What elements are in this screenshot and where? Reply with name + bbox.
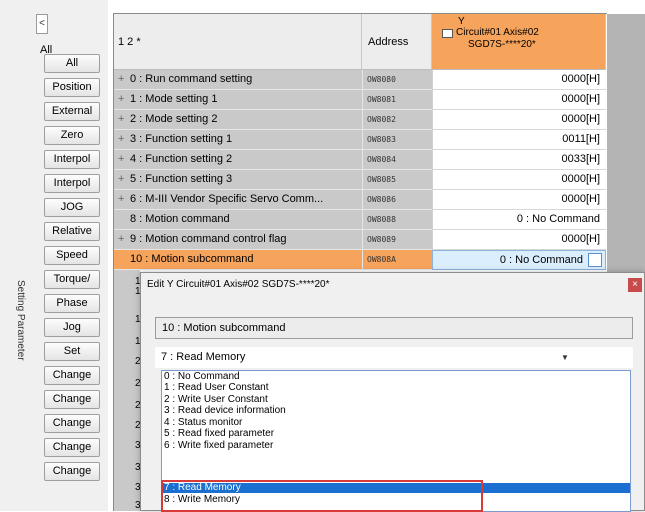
device-icon <box>442 29 453 38</box>
row-address: OW8083 <box>362 130 432 150</box>
filter-relative-button[interactable]: Relative <box>44 222 100 241</box>
row-name: 4 : Function setting 2 <box>130 153 233 165</box>
filter-external-button[interactable]: External <box>44 102 100 121</box>
row-name: 6 : M-III Vendor Specific Servo Comm... <box>130 193 324 205</box>
expand-icon[interactable]: + <box>118 170 130 189</box>
row-address: OW8082 <box>362 110 432 130</box>
filter-change-button-1[interactable]: Change <box>44 366 100 385</box>
row-name: 8 : Motion command <box>130 213 230 225</box>
filter-all-button[interactable]: All <box>44 54 100 73</box>
filter-position-button[interactable]: Position <box>44 78 100 97</box>
row-name: 0 : Run command setting <box>130 73 253 85</box>
expand-icon[interactable]: + <box>118 90 130 109</box>
option-write-user-constant[interactable]: 2 : Write User Constant <box>162 395 630 405</box>
table-row[interactable]: +5 : Function setting 3 OW8085 0000[H] <box>114 170 606 190</box>
expand-icon[interactable]: + <box>118 110 130 129</box>
option-status-monitor[interactable]: 4 : Status monitor <box>162 418 630 428</box>
filter-speed-button[interactable]: Speed <box>44 246 100 265</box>
parameter-name-field: 10 : Motion subcommand <box>155 317 633 339</box>
highlight-box <box>161 480 483 512</box>
axis-column-header[interactable]: Y Circuit#01 Axis#02 SGD7S-****20* <box>432 14 606 70</box>
table-row[interactable]: +4 : Function setting 2 OW8084 0033[H] <box>114 150 606 170</box>
table-row[interactable]: +1 : Mode setting 1 OW8081 0000[H] <box>114 90 606 110</box>
collapse-panel-button[interactable]: < <box>36 14 48 34</box>
option-read-device-information[interactable]: 3 : Read device information <box>162 406 630 416</box>
option-no-command[interactable]: 0 : No Command <box>162 372 630 382</box>
filter-set-button[interactable]: Set <box>44 342 100 361</box>
row-value[interactable]: 0000[H] <box>432 110 606 130</box>
row-value[interactable]: 0000[H] <box>432 230 606 250</box>
table-row[interactable]: +0 : Run command setting OW8080 0000[H] <box>114 70 606 90</box>
row-value[interactable]: 0000[H] <box>432 70 606 90</box>
axis-header-line2: SGD7S-****20* <box>468 39 536 50</box>
row-value[interactable]: 0000[H] <box>432 190 606 210</box>
row-address: OW8081 <box>362 90 432 110</box>
address-header-label: Address <box>368 36 409 48</box>
row-name: 9 : Motion command control flag <box>130 233 287 245</box>
option-read-user-constant[interactable]: 1 : Read User Constant <box>162 383 630 393</box>
row-value[interactable]: 0000[H] <box>432 170 606 190</box>
row-value[interactable]: 0011[H] <box>432 130 606 150</box>
table-row[interactable]: 8 : Motion command OW8088 0 : No Command <box>114 210 606 230</box>
filter-torque-button[interactable]: Torque/ <box>44 270 100 289</box>
value-select[interactable]: 7 : Read Memory ▼ <box>155 347 633 368</box>
panel-vertical-label: Setting Parameter <box>15 279 26 361</box>
level-header[interactable]: 1 2 * <box>114 14 362 70</box>
edit-ellipsis-button[interactable] <box>588 253 602 267</box>
table-row-selected[interactable]: 10 : Motion subcommand OW808A 0 : No Com… <box>114 250 606 270</box>
column-marker: Y <box>458 16 465 27</box>
expand-icon[interactable]: + <box>118 130 130 149</box>
row-name: 5 : Function setting 3 <box>130 173 233 185</box>
row-address: OW8080 <box>362 70 432 90</box>
expand-icon[interactable]: + <box>118 150 130 169</box>
dropdown-arrow-icon[interactable]: ▼ <box>561 347 569 368</box>
row-name: 1 : Mode setting 1 <box>130 93 218 105</box>
row-address: OW8084 <box>362 150 432 170</box>
option-read-fixed-parameter[interactable]: 5 : Read fixed parameter <box>162 429 630 439</box>
table-row[interactable]: +9 : Motion command control flag OW8089 … <box>114 230 606 250</box>
row-value[interactable]: 0033[H] <box>432 150 606 170</box>
dialog-title: Edit Y Circuit#01 Axis#02 SGD7S-****20* <box>147 279 330 290</box>
partial-rows-column <box>114 270 140 511</box>
filter-jog-button[interactable]: JOG <box>44 198 100 217</box>
filter-jog-button-2[interactable]: Jog <box>44 318 100 337</box>
row-address: OW808A <box>362 250 432 270</box>
option-write-fixed-parameter[interactable]: 6 : Write fixed parameter <box>162 441 630 451</box>
row-value[interactable]: 0 : No Command <box>432 210 606 230</box>
address-column-header[interactable]: Address <box>362 14 432 70</box>
filter-change-button-5[interactable]: Change <box>44 462 100 481</box>
filter-zero-button[interactable]: Zero <box>44 126 100 145</box>
filter-change-button-2[interactable]: Change <box>44 390 100 409</box>
filter-phase-button[interactable]: Phase <box>44 294 100 313</box>
selected-value: 7 : Read Memory <box>161 351 246 363</box>
row-address: OW8088 <box>362 210 432 230</box>
row-value[interactable]: 0000[H] <box>432 90 606 110</box>
row-value-editing[interactable]: 0 : No Command <box>432 250 606 270</box>
level-header-label: 1 2 * <box>118 36 141 48</box>
row-address: OW8085 <box>362 170 432 190</box>
axis-header-line1: Circuit#01 Axis#02 <box>456 27 539 38</box>
expand-icon[interactable]: + <box>118 70 130 89</box>
table-row[interactable]: +6 : M-III Vendor Specific Servo Comm...… <box>114 190 606 210</box>
row-address: OW8086 <box>362 190 432 210</box>
edit-dialog: Edit Y Circuit#01 Axis#02 SGD7S-****20* … <box>140 272 645 512</box>
filter-change-button-4[interactable]: Change <box>44 438 100 457</box>
row-name: 10 : Motion subcommand <box>130 253 254 265</box>
row-name: 2 : Mode setting 2 <box>130 113 218 125</box>
expand-icon[interactable]: + <box>118 230 130 249</box>
table-row[interactable]: +3 : Function setting 1 OW8083 0011[H] <box>114 130 606 150</box>
filter-interpol-button[interactable]: Interpol <box>44 150 100 169</box>
table-row[interactable]: +2 : Mode setting 2 OW8082 0000[H] <box>114 110 606 130</box>
expand-icon[interactable]: + <box>118 190 130 209</box>
close-icon[interactable]: × <box>628 278 642 292</box>
filter-change-button-3[interactable]: Change <box>44 414 100 433</box>
row-name: 3 : Function setting 1 <box>130 133 233 145</box>
filter-interpol-button-2[interactable]: Interpol <box>44 174 100 193</box>
row-address: OW8089 <box>362 230 432 250</box>
